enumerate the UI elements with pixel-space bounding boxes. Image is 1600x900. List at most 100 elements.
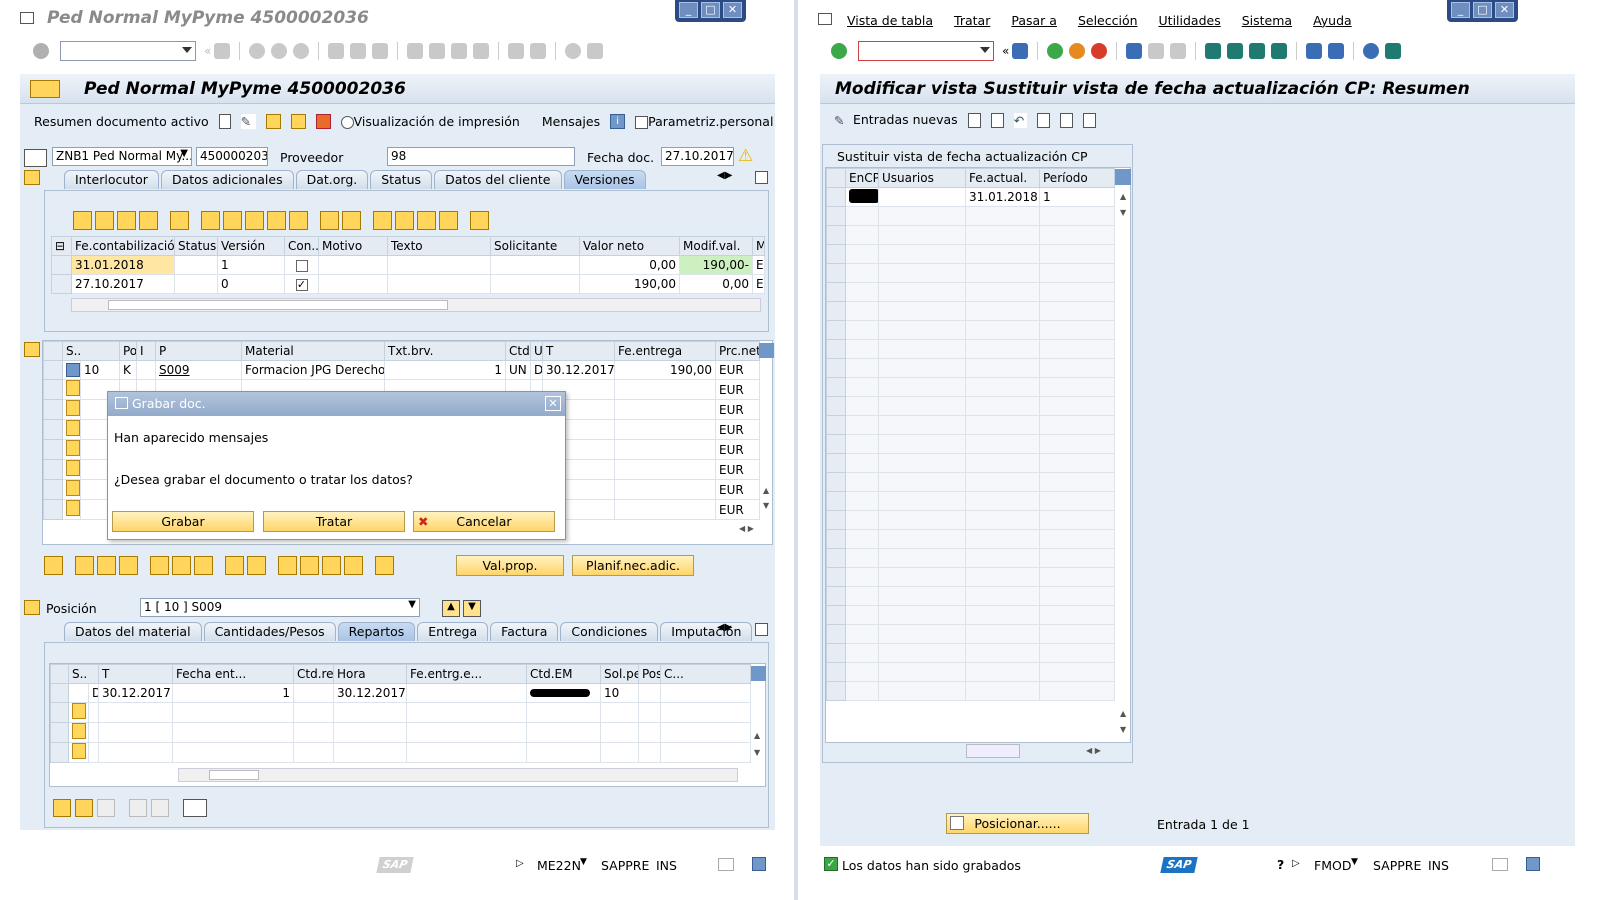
cart-icon[interactable]	[183, 799, 207, 817]
empty-cell[interactable]	[638, 722, 661, 743]
deselect-icon[interactable]	[225, 556, 244, 575]
empty-cell[interactable]	[600, 702, 639, 723]
deselect-all-icon[interactable]	[1082, 112, 1096, 128]
empty-cell[interactable]	[878, 453, 966, 473]
delete-icon[interactable]	[990, 112, 1004, 128]
empty-cell[interactable]	[845, 206, 879, 226]
schedule-scroll-up-icon[interactable]: ▲	[754, 731, 760, 740]
row-selector[interactable]	[43, 479, 63, 500]
schedule-col-header[interactable]: Ctd.EM	[526, 664, 601, 684]
empty-cell[interactable]	[845, 624, 879, 644]
empty-cell[interactable]	[1039, 263, 1115, 283]
select-all-icon[interactable]: ⊟	[51, 236, 72, 256]
empty-cell[interactable]	[88, 742, 99, 763]
play-icon[interactable]: ▷	[516, 858, 524, 869]
schedule-col-header[interactable]: Fecha ent...	[172, 664, 294, 684]
empty-cell[interactable]	[1039, 225, 1115, 245]
scroll-down-icon[interactable]: ▼	[763, 501, 769, 510]
empty-cell[interactable]	[845, 491, 879, 511]
select-all-icon[interactable]	[1036, 112, 1050, 128]
copy-line-icon[interactable]	[119, 556, 138, 575]
row-selector[interactable]	[826, 206, 846, 226]
empty-cell[interactable]	[845, 662, 879, 682]
item-cell-material[interactable]: S009	[155, 360, 242, 380]
account-icon[interactable]	[375, 556, 394, 575]
empty-cell[interactable]	[98, 742, 173, 763]
schedule-col-header[interactable]: Hora	[333, 664, 407, 684]
close-icon[interactable]: ✕	[1495, 2, 1514, 18]
edit-data-button[interactable]: Tratar	[263, 511, 405, 532]
change-icon[interactable]	[95, 211, 114, 230]
empty-cell[interactable]	[614, 439, 716, 460]
help-icon[interactable]: ?	[1277, 857, 1284, 872]
document-icon[interactable]	[218, 113, 231, 129]
hold-icon[interactable]	[290, 113, 306, 129]
confirm-checkbox[interactable]	[295, 259, 308, 272]
empty-cell[interactable]	[965, 206, 1040, 226]
empty-row[interactable]	[826, 681, 1115, 701]
find-next-icon[interactable]	[372, 43, 389, 59]
insert-mode[interactable]: INS	[656, 858, 677, 873]
users-cell[interactable]	[878, 187, 966, 207]
chevron-down-icon[interactable]: ▼	[580, 857, 587, 867]
schedule-column-config-icon[interactable]	[751, 666, 766, 681]
empty-cell[interactable]	[1039, 472, 1115, 492]
lock-icon[interactable]	[752, 857, 766, 871]
empty-schedule-row[interactable]	[50, 722, 751, 743]
empty-cell[interactable]	[965, 358, 1040, 378]
empty-cell[interactable]	[965, 434, 1040, 454]
copy-icon[interactable]	[117, 211, 136, 230]
next-item-icon[interactable]: ▼	[463, 600, 481, 617]
exit-icon[interactable]	[1069, 43, 1086, 59]
empty-cell[interactable]	[1039, 548, 1115, 568]
empty-cell[interactable]	[98, 702, 173, 723]
tab-repartos[interactable]: Repartos	[337, 622, 416, 641]
val-prop-button[interactable]: Val.prop.	[456, 555, 564, 576]
row-selector[interactable]	[826, 662, 846, 682]
versions-col-header[interactable]: Modif.val.	[679, 236, 753, 256]
row-selector[interactable]	[50, 722, 69, 743]
export-icon[interactable]	[417, 211, 436, 230]
other-doc-icon[interactable]	[265, 113, 281, 129]
empty-row[interactable]	[826, 643, 1115, 663]
row-selector[interactable]	[826, 567, 846, 587]
empty-cell[interactable]	[638, 742, 661, 763]
empty-cell[interactable]	[600, 722, 639, 743]
empty-cell[interactable]	[845, 434, 879, 454]
vendor-field[interactable]: 98	[387, 147, 575, 166]
info-icon[interactable]	[470, 211, 489, 230]
back-arrows-icon[interactable]: «	[204, 44, 211, 58]
empty-row[interactable]	[826, 510, 1115, 530]
table-row[interactable]: D30.12.2017130.12.201710	[50, 683, 751, 703]
empty-cell[interactable]	[965, 548, 1040, 568]
versions-col-header[interactable]: Motivo	[318, 236, 388, 256]
find-icon[interactable]	[1148, 43, 1165, 59]
empty-cell[interactable]	[614, 499, 716, 520]
empty-cell[interactable]	[1039, 358, 1115, 378]
menu-selecci-n[interactable]: Selección	[1078, 13, 1138, 28]
detail-icon[interactable]	[44, 556, 63, 575]
empty-row[interactable]	[826, 548, 1115, 568]
find-next-icon[interactable]	[1170, 43, 1187, 59]
row-selector[interactable]	[826, 548, 846, 568]
empty-row[interactable]	[826, 434, 1115, 454]
row-selector[interactable]	[826, 282, 846, 302]
empty-cell[interactable]	[965, 415, 1040, 435]
shortcut-icon[interactable]	[1328, 43, 1345, 59]
empty-cell[interactable]	[660, 722, 751, 743]
empty-cell[interactable]	[1039, 529, 1115, 549]
empty-cell[interactable]	[1039, 567, 1115, 587]
menu-tratar[interactable]: Tratar	[954, 13, 990, 28]
date-cell[interactable]: 31.01.2018	[965, 187, 1040, 207]
empty-cell[interactable]	[526, 702, 601, 723]
sort-desc-icon[interactable]	[300, 556, 319, 575]
empty-row[interactable]	[826, 529, 1115, 549]
menu-ayuda[interactable]: Ayuda	[1313, 13, 1352, 28]
scroll-left-right-icon[interactable]: ◀ ▶	[1086, 746, 1101, 755]
empty-cell[interactable]	[878, 491, 966, 511]
empty-row[interactable]	[826, 586, 1115, 606]
print-preview-button[interactable]: Visualización de impresión	[340, 114, 520, 129]
empty-cell[interactable]	[1039, 339, 1115, 359]
back-icon[interactable]	[249, 43, 266, 59]
empty-cell[interactable]	[878, 244, 966, 264]
